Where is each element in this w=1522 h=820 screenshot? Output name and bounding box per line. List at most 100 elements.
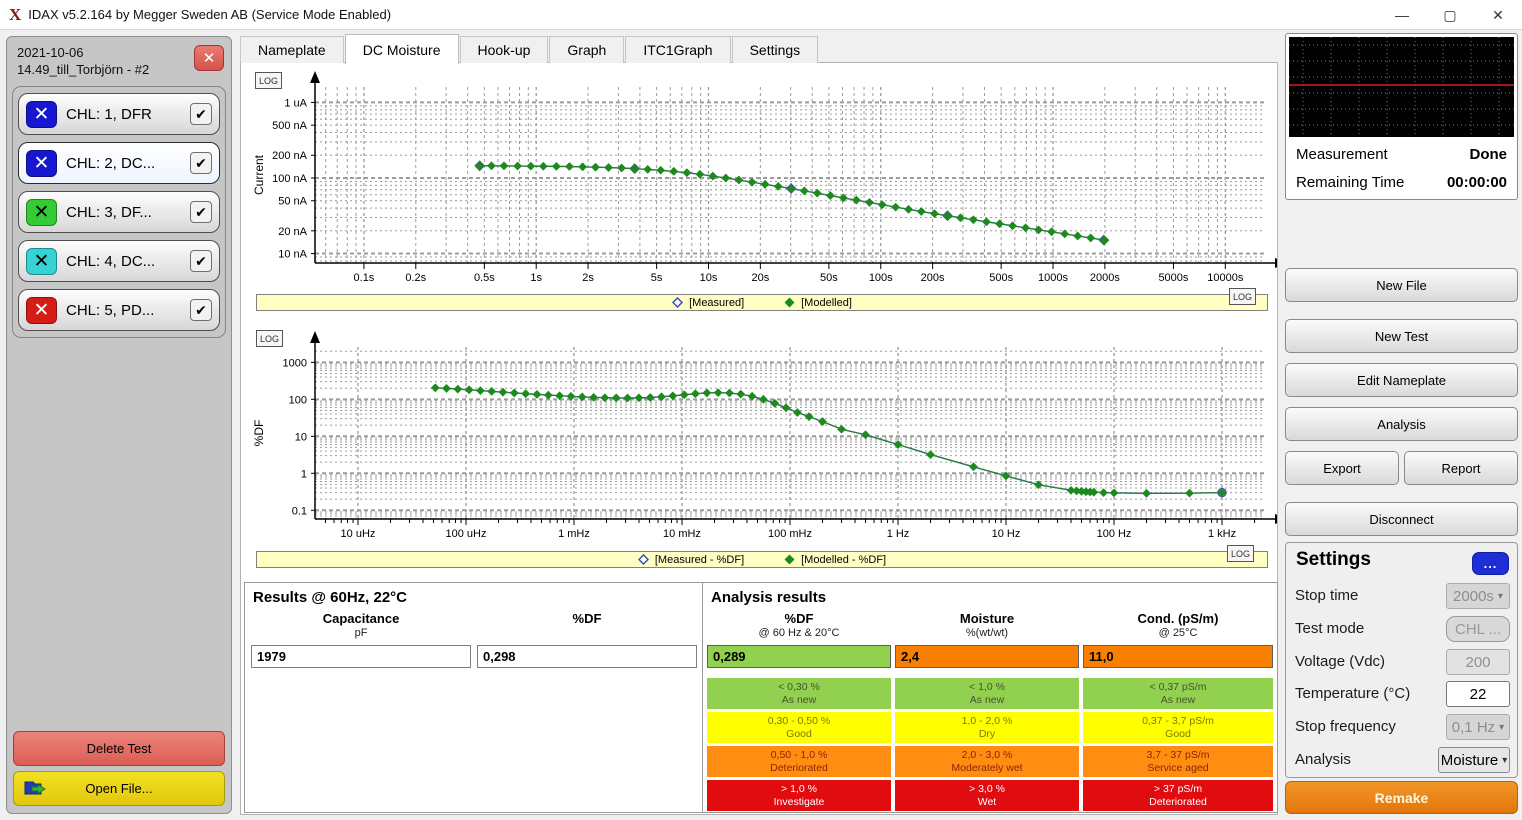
legend-measured: [Measured] <box>672 297 744 309</box>
legend-modelled: [Modelled] <box>784 297 852 309</box>
svg-text:100s: 100s <box>869 272 893 284</box>
ana-cond-row-good: 0,37 - 3,7 pS/mGood <box>1083 712 1273 743</box>
svg-text:100 uHz: 100 uHz <box>445 528 486 540</box>
current-chart-log-toggle[interactable]: LOG <box>255 72 282 89</box>
df-frequency-chart: 10 uHz100 uHz1 mHz10 mHz100 mHz1 Hz10 Hz… <box>249 325 1277 547</box>
new-file-button[interactable]: New File <box>1285 268 1518 302</box>
legend-modelled-df: [Modelled - %DF] <box>784 554 886 566</box>
svg-text:20s: 20s <box>751 272 769 284</box>
ana-moisture-row-asnew: < 1,0 %As new <box>895 678 1079 709</box>
channel-3-color-icon: ✕ <box>26 199 57 226</box>
capacitance-header: Capacitance <box>251 611 471 626</box>
remaining-time-row: Remaining Time 00:00:00 <box>1296 174 1507 191</box>
channel-item-3[interactable]: ✕ CHL: 3, DF... ✔ <box>18 191 220 233</box>
test-file-sidebar: 2021-10-06 14.49_till_Torbjörn - #2 ✕ ✕ … <box>6 36 232 814</box>
voltage-field[interactable]: 200 <box>1446 649 1510 675</box>
df-legend-log-toggle[interactable]: LOG <box>1227 545 1254 562</box>
channel-item-5[interactable]: ✕ CHL: 5, PD... ✔ <box>18 289 220 331</box>
settings-more-button[interactable]: ... <box>1472 552 1509 575</box>
remake-button[interactable]: Remake <box>1285 781 1518 814</box>
svg-text:10 Hz: 10 Hz <box>992 528 1021 540</box>
open-file-icon <box>24 778 48 799</box>
voltage-label: Voltage (Vdc) <box>1295 653 1385 670</box>
idax-application-window: X IDAX v5.2.164 by Megger Sweden AB (Ser… <box>0 0 1522 820</box>
channel-4-checkbox[interactable]: ✔ <box>190 250 212 272</box>
channel-1-checkbox[interactable]: ✔ <box>190 103 212 125</box>
svg-text:200 nA: 200 nA <box>272 150 308 162</box>
analysis-mode-dropdown[interactable]: Moisture▾ <box>1438 747 1510 773</box>
ana-moisture-subheader: %(wt/wt) <box>895 627 1079 639</box>
svg-text:0.1s: 0.1s <box>354 272 375 284</box>
svg-text:0.5s: 0.5s <box>474 272 495 284</box>
svg-text:Current: Current <box>252 154 266 195</box>
current-legend-log-toggle[interactable]: LOG <box>1229 288 1256 305</box>
channel-3-label: CHL: 3, DF... <box>57 204 190 221</box>
edit-nameplate-button[interactable]: Edit Nameplate <box>1285 363 1518 397</box>
svg-text:2000s: 2000s <box>1090 272 1120 284</box>
stop-frequency-dropdown[interactable]: 0,1 Hz▾ <box>1446 714 1510 740</box>
ana-cond-row-deteriorated: > 37 pS/mDeteriorated <box>1083 780 1273 811</box>
svg-text:%DF: %DF <box>252 420 266 447</box>
svg-text:500s: 500s <box>989 272 1013 284</box>
tab-dc-moisture[interactable]: DC Moisture <box>345 34 459 64</box>
export-button[interactable]: Export <box>1285 451 1399 485</box>
channel-3-checkbox[interactable]: ✔ <box>190 201 212 223</box>
remaining-time-label: Remaining Time <box>1296 174 1404 191</box>
tab-hook-up[interactable]: Hook-up <box>460 36 549 63</box>
channel-item-1[interactable]: ✕ CHL: 1, DFR ✔ <box>18 93 220 135</box>
svg-text:100 mHz: 100 mHz <box>768 528 812 540</box>
delete-test-button[interactable]: Delete Test <box>13 731 225 766</box>
temperature-field[interactable]: 22 <box>1446 681 1510 707</box>
svg-text:1000s: 1000s <box>1038 272 1068 284</box>
close-file-button[interactable]: ✕ <box>194 45 224 71</box>
tab-itc1graph[interactable]: ITC1Graph <box>625 36 730 63</box>
svg-text:20 nA: 20 nA <box>278 226 307 238</box>
current-chart-legend: [Measured] [Modelled] <box>256 294 1268 311</box>
test-file-date: 2021-10-06 <box>17 44 221 61</box>
stop-time-dropdown[interactable]: 2000s▾ <box>1446 583 1510 609</box>
analysis-button[interactable]: Analysis <box>1285 407 1518 441</box>
measurement-status-box: Measurement Done Remaining Time 00:00:00 <box>1285 33 1518 200</box>
app-logo-icon: X <box>9 5 21 25</box>
tab-settings[interactable]: Settings <box>732 36 819 63</box>
window-title: IDAX v5.2.164 by Megger Sweden AB (Servi… <box>28 7 391 22</box>
channel-5-checkbox[interactable]: ✔ <box>190 299 212 321</box>
temperature-row: Temperature (°C) 22 <box>1286 681 1517 708</box>
channel-2-checkbox[interactable]: ✔ <box>190 152 212 174</box>
channel-item-4[interactable]: ✕ CHL: 4, DC... ✔ <box>18 240 220 282</box>
test-mode-row: Test mode CHL ... <box>1286 616 1517 643</box>
channel-2-color-icon: ✕ <box>26 150 57 177</box>
svg-text:1 mHz: 1 mHz <box>558 528 590 540</box>
test-mode-button[interactable]: CHL ... <box>1446 616 1510 642</box>
tab-bar: Nameplate DC Moisture Hook-up Graph ITC1… <box>240 35 819 63</box>
df-header: %DF <box>477 611 697 626</box>
modelled-df-marker-icon <box>784 554 795 565</box>
capacitance-unit: pF <box>251 627 471 639</box>
title-bar: X IDAX v5.2.164 by Megger Sweden AB (Ser… <box>0 0 1522 30</box>
open-file-button[interactable]: Open File... <box>13 771 225 806</box>
ana-cond-row-service-aged: 3,7 - 37 pS/mService aged <box>1083 746 1273 777</box>
maximize-button[interactable]: ▢ <box>1426 0 1474 30</box>
ana-df-row-asnew: < 0,30 %As new <box>707 678 891 709</box>
remaining-time-value: 00:00:00 <box>1447 174 1507 191</box>
channel-5-color-icon: ✕ <box>26 297 57 324</box>
dc-moisture-panel: LOG 0.1s0.2s0.5s1s2s5s10s20s50s100s200s5… <box>240 62 1278 815</box>
close-button[interactable]: ✕ <box>1474 0 1522 30</box>
tab-nameplate[interactable]: Nameplate <box>240 36 344 63</box>
chevron-down-icon: ▾ <box>1498 591 1503 602</box>
svg-text:2s: 2s <box>582 272 594 284</box>
ana-cond-subheader: @ 25°C <box>1083 627 1273 639</box>
df-chart-log-toggle[interactable]: LOG <box>256 330 283 347</box>
tab-graph[interactable]: Graph <box>549 36 624 63</box>
minimize-button[interactable]: — <box>1378 0 1426 30</box>
svg-text:100: 100 <box>289 394 307 406</box>
channel-item-2[interactable]: ✕ CHL: 2, DC... ✔ <box>18 142 220 184</box>
stop-time-row: Stop time 2000s▾ <box>1286 583 1517 610</box>
disconnect-button[interactable]: Disconnect <box>1285 502 1518 536</box>
report-button[interactable]: Report <box>1404 451 1518 485</box>
ana-df-value: 0,289 <box>707 645 891 668</box>
ana-moisture-header: Moisture <box>895 611 1079 626</box>
analysis-mode-label: Analysis <box>1295 751 1351 768</box>
new-test-button[interactable]: New Test <box>1285 319 1518 353</box>
measurement-label: Measurement <box>1296 146 1388 163</box>
